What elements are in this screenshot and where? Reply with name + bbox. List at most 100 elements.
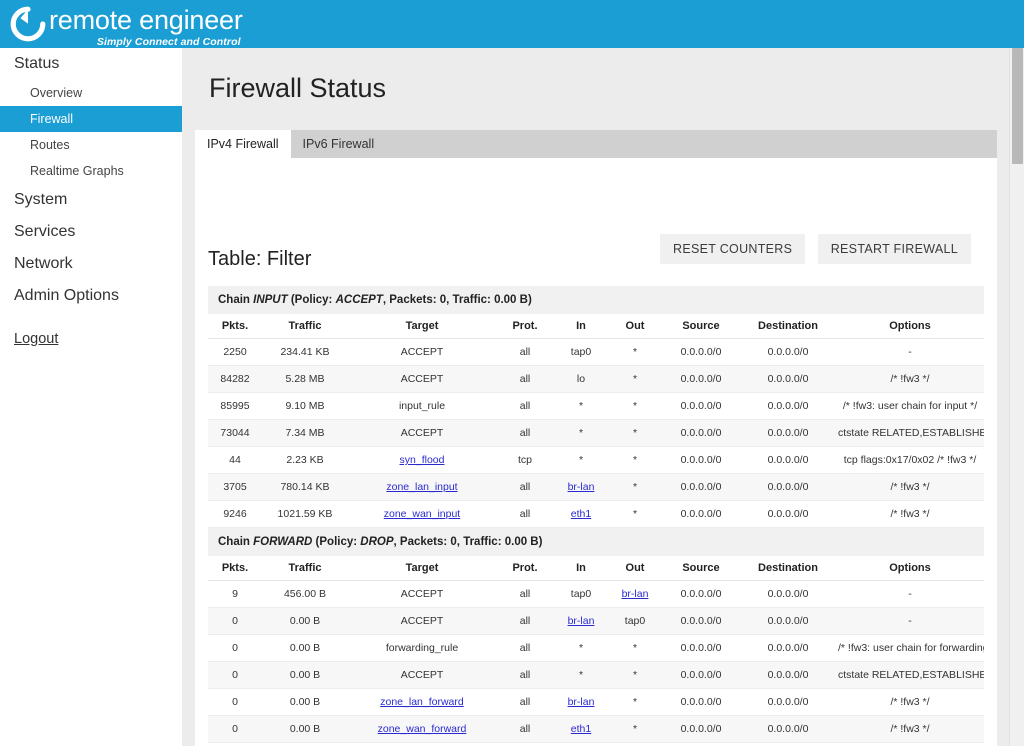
cell-options: tcp flags:0x17/0x02 /* !fw3 */ bbox=[836, 446, 984, 474]
chain-policy-label: (Policy: bbox=[290, 294, 336, 306]
options-value: - bbox=[908, 615, 912, 627]
column-header-label: Target bbox=[405, 562, 439, 574]
page-scrollbar[interactable] bbox=[1009, 48, 1024, 746]
in-value: * bbox=[578, 669, 584, 681]
cell-traffic: 0.00 B bbox=[262, 715, 348, 743]
pkts-value: 0 bbox=[232, 669, 238, 681]
destination-value: 0.0.0.0/0 bbox=[767, 723, 809, 735]
column-header-options: Options bbox=[836, 556, 984, 581]
in-link[interactable]: br-lan bbox=[568, 696, 595, 708]
pkts-value: 9 bbox=[232, 588, 238, 600]
cell-options: - bbox=[836, 607, 984, 635]
target-link[interactable]: zone_wan_forward bbox=[378, 723, 467, 735]
column-header-prot: Prot. bbox=[496, 314, 554, 339]
cell-prot: all bbox=[496, 607, 554, 635]
cell-prot: all bbox=[496, 634, 554, 662]
traffic-value: 0.00 B bbox=[289, 696, 321, 708]
tab-bar: IPv4 Firewall IPv6 Firewall bbox=[195, 130, 997, 158]
table-header-row: Pkts. Traffic Target Prot. In Out Source Destin… bbox=[208, 314, 984, 339]
in-link[interactable]: br-lan bbox=[568, 481, 595, 493]
target-link[interactable]: zone_lan_input bbox=[386, 481, 457, 493]
source-value: 0.0.0.0/0 bbox=[680, 615, 722, 627]
target-link[interactable]: syn_flood bbox=[400, 454, 445, 466]
sidebar-item-admin-options[interactable]: Admin Options bbox=[0, 280, 182, 312]
chain-header-suffix: , Packets: 0, Traffic: 0.00 B) bbox=[382, 294, 532, 306]
cell-options: ctstate RELATED,ESTABLISHED /* !fw3 */ bbox=[836, 661, 984, 689]
cell-out: * bbox=[608, 365, 662, 393]
out-value: * bbox=[632, 723, 638, 735]
column-header-label: Source bbox=[682, 562, 720, 574]
cell-pkts: 85995 bbox=[208, 392, 262, 420]
cell-traffic: 0.00 B bbox=[262, 634, 348, 662]
in-link[interactable]: br-lan bbox=[568, 615, 595, 627]
table-row: 00.00 Brejectall**0.0.0.0/00.0.0.0/0/* !… bbox=[208, 742, 984, 746]
cell-source: 0.0.0.0/0 bbox=[662, 661, 740, 689]
in-link[interactable]: eth1 bbox=[571, 508, 591, 520]
options-value: tcp flags:0x17/0x02 /* !fw3 */ bbox=[843, 454, 977, 466]
prot-value: tcp bbox=[517, 454, 532, 466]
column-header-out: Out bbox=[608, 314, 662, 339]
sidebar-item-realtime-graphs[interactable]: Realtime Graphs bbox=[0, 158, 182, 184]
cell-target: zone_wan_input bbox=[348, 500, 496, 528]
restart-firewall-button[interactable]: RESTART FIREWALL bbox=[817, 234, 971, 264]
sidebar-item-network[interactable]: Network bbox=[0, 248, 182, 280]
column-header-in: In bbox=[554, 314, 608, 339]
column-header-label: Prot. bbox=[512, 320, 538, 332]
cell-source: 0.0.0.0/0 bbox=[662, 634, 740, 662]
traffic-value: 456.00 B bbox=[283, 588, 327, 600]
scrollbar-thumb[interactable] bbox=[1012, 48, 1023, 164]
cell-prot: all bbox=[496, 419, 554, 447]
target-link[interactable]: zone_lan_forward bbox=[380, 696, 463, 708]
sidebar-item-routes[interactable]: Routes bbox=[0, 132, 182, 158]
sidebar-item-status[interactable]: Status bbox=[0, 48, 182, 80]
traffic-value: 1021.59 KB bbox=[277, 508, 333, 520]
prot-value: all bbox=[519, 373, 531, 385]
reset-counters-button[interactable]: RESET COUNTERS bbox=[660, 234, 806, 264]
tab-ipv6-firewall[interactable]: IPv6 Firewall bbox=[291, 130, 387, 158]
sidebar-item-firewall[interactable]: Firewall bbox=[0, 106, 182, 132]
chain-policy-label: (Policy: bbox=[315, 536, 361, 548]
cell-source: 0.0.0.0/0 bbox=[662, 338, 740, 366]
sidebar-item-label: Overview bbox=[30, 86, 83, 100]
cell-source: 0.0.0.0/0 bbox=[662, 742, 740, 746]
cell-prot: all bbox=[496, 715, 554, 743]
out-link[interactable]: br-lan bbox=[622, 588, 649, 600]
brand-logo[interactable]: remote engineer Simply Connect and Contr… bbox=[10, 3, 243, 48]
tab-ipv4-firewall[interactable]: IPv4 Firewall bbox=[195, 130, 291, 158]
cell-traffic: 0.00 B bbox=[262, 661, 348, 689]
pkts-value: 9246 bbox=[223, 508, 247, 520]
cell-source: 0.0.0.0/0 bbox=[662, 392, 740, 420]
table-row: 0 0.00 B forwarding_rule all * * 0.0.0.0/0 0.0.… bbox=[208, 634, 984, 662]
sidebar-item-system[interactable]: System bbox=[0, 184, 182, 216]
sidebar-item-overview[interactable]: Overview bbox=[0, 80, 182, 106]
chain-header-prefix: Chain bbox=[218, 536, 254, 548]
column-header-pkts: Pkts. bbox=[208, 556, 262, 581]
options-value: /* !fw3 */ bbox=[890, 723, 930, 735]
cell-destination: 0.0.0.0/0 bbox=[740, 419, 836, 447]
tab-label: IPv4 Firewall bbox=[207, 137, 279, 151]
cell-target: ACCEPT bbox=[348, 338, 496, 366]
cell-pkts: 2250 bbox=[208, 338, 262, 366]
cell-target: syn_flood bbox=[348, 446, 496, 474]
sidebar-item-services[interactable]: Services bbox=[0, 216, 182, 248]
cell-prot: tcp bbox=[496, 446, 554, 474]
sidebar-item-logout[interactable]: Logout bbox=[0, 327, 58, 351]
cell-target: zone_lan_input bbox=[348, 473, 496, 501]
in-link[interactable]: eth1 bbox=[571, 723, 591, 735]
cell-target: reject bbox=[348, 742, 496, 746]
source-value: 0.0.0.0/0 bbox=[680, 454, 722, 466]
target-link[interactable]: zone_wan_input bbox=[384, 508, 460, 520]
pkts-value: 0 bbox=[232, 723, 238, 735]
page-title: Firewall Status bbox=[209, 73, 387, 103]
column-header-label: Pkts. bbox=[221, 320, 249, 332]
table-row: 84282 5.28 MB ACCEPT all lo * 0.0.0.0/0 0.0.0.0… bbox=[208, 365, 984, 393]
column-header-label: Target bbox=[405, 320, 439, 332]
cell-options: /* !fw3 */ bbox=[836, 365, 984, 393]
pkts-value: 0 bbox=[232, 642, 238, 654]
sidebar-item-label: System bbox=[14, 191, 68, 208]
target-value: ACCEPT bbox=[400, 588, 444, 600]
cell-traffic: 7.34 MB bbox=[262, 419, 348, 447]
column-header-label: Traffic bbox=[288, 562, 322, 574]
target-value: ACCEPT bbox=[400, 427, 444, 439]
table-row: 0 0.00 B ACCEPT all br-lan tap0 0.0.0.0/0 0.0.0… bbox=[208, 607, 984, 635]
